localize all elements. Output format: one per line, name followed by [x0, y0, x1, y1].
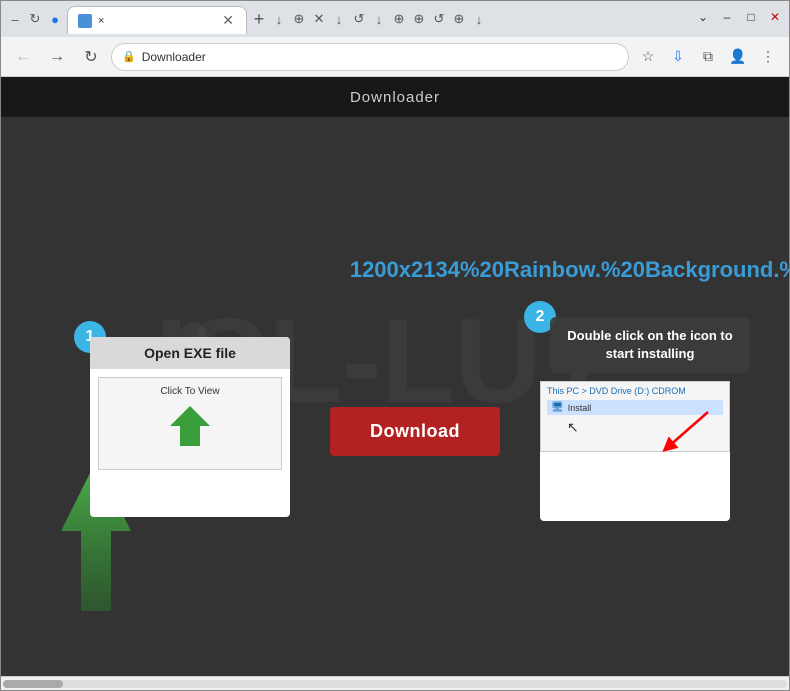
close-button[interactable]: ✕ [767, 9, 783, 25]
step2-path: This PC > DVD Drive (D:) CDROM [547, 386, 723, 396]
scrollbar-thumb[interactable] [3, 680, 63, 688]
tab-icon-12[interactable]: ↺ [431, 11, 447, 27]
title-bar: – ↻ ● × ✕ + ↓ ⊕ ✕ ↓ ↺ ↓ ⊕ ⊕ ↺ ⊕ ↓ [1, 1, 789, 37]
steps-container: 1 Open EXE file Click To View [81, 317, 759, 521]
browser-frame: – ↻ ● × ✕ + ↓ ⊕ ✕ ↓ ↺ ↓ ⊕ ⊕ ↺ ⊕ ↓ [0, 0, 790, 691]
tab-icon-14[interactable]: ↓ [471, 11, 487, 27]
page-title: Downloader [350, 89, 440, 106]
lock-icon: 🔒 [122, 50, 136, 63]
expand-icon[interactable]: ⌄ [695, 9, 711, 25]
tab-icon-3[interactable]: ● [47, 11, 63, 27]
step1-inner-title: Click To View [160, 386, 219, 397]
step1-green-arrow-icon [165, 401, 215, 457]
step1-inner: Click To View [98, 377, 282, 470]
forward-button[interactable]: → [43, 43, 71, 71]
tab-favicon [78, 14, 92, 28]
bookmark-icon[interactable]: ☆ [635, 44, 661, 70]
tab-bar: – ↻ ● × ✕ + ↓ ⊕ ✕ ↓ ↺ ↓ ⊕ ⊕ ↺ ⊕ ↓ [7, 1, 693, 37]
step2-card: This PC > DVD Drive (D:) CDROM 🖥 Install… [540, 381, 730, 521]
tab-title: × [98, 15, 214, 27]
tab-icon-9[interactable]: ↓ [371, 11, 387, 27]
window-controls: ⌄ – □ ✕ [695, 9, 783, 29]
tab-icon-7[interactable]: ↓ [331, 11, 347, 27]
tab-icon-8[interactable]: ↺ [351, 11, 367, 27]
active-tab[interactable]: × ✕ [67, 6, 247, 34]
menu-icon[interactable]: ⋮ [755, 44, 781, 70]
nav-bar: ← → ↻ 🔒 Downloader ☆ ⇩ ⧉ 👤 ⋮ [1, 37, 789, 77]
horizontal-scrollbar[interactable] [1, 676, 789, 690]
back-button[interactable]: ← [9, 43, 37, 71]
extension-icon[interactable]: ⧉ [695, 44, 721, 70]
nav-actions: ☆ ⇩ ⧉ 👤 ⋮ [635, 44, 781, 70]
filename-text: 1200x2134%20Rainbow.%20Background.% [350, 257, 789, 283]
step2-install-label: Install [568, 403, 592, 413]
step1-card: Open EXE file Click To View [90, 337, 290, 517]
step1-content: Click To View [90, 369, 290, 478]
step2-group: 2 Double click on the icon to start inst… [540, 317, 750, 521]
address-bar[interactable]: 🔒 Downloader [111, 43, 629, 71]
page-top-bar: Downloader [1, 77, 789, 117]
download-btn-container: Download [330, 407, 500, 456]
step2-callout-text: Double click on the icon to start instal… [564, 327, 736, 363]
step1-title: Open EXE file [90, 337, 290, 369]
tab-icon-2[interactable]: ↻ [27, 11, 43, 27]
step2-inner: This PC > DVD Drive (D:) CDROM 🖥 Install… [540, 381, 730, 452]
tab-icon-10[interactable]: ⊕ [391, 11, 407, 27]
tab-strip-icons: – ↻ ● × ✕ + ↓ ⊕ ✕ ↓ ↺ ↓ ⊕ ⊕ ↺ ⊕ ↓ [7, 5, 487, 37]
reload-button[interactable]: ↻ [77, 43, 105, 71]
tab-icon-11[interactable]: ⊕ [411, 11, 427, 27]
new-tab-button[interactable]: + [251, 11, 267, 27]
scrollbar-track [3, 680, 787, 688]
tab-icon-6[interactable]: ✕ [311, 11, 327, 27]
address-text: Downloader [142, 50, 618, 64]
page-content: ISL-LUT ● Click To View Downloader [1, 77, 789, 676]
tab-close-button[interactable]: ✕ [220, 12, 236, 29]
step2-callout: Double click on the icon to start instal… [550, 317, 750, 373]
profile-icon[interactable]: 👤 [725, 44, 751, 70]
tab-icon-1[interactable]: – [7, 11, 23, 27]
tab-icon-4[interactable]: ↓ [271, 11, 287, 27]
minimize-button[interactable]: – [719, 9, 735, 25]
download-button[interactable]: Download [330, 407, 500, 456]
step2-cursor-area: ↖ [547, 417, 723, 447]
restore-button[interactable]: □ [743, 9, 759, 25]
step2-install-icon: 🖥 [551, 402, 564, 413]
step1-group: 1 Open EXE file Click To View [90, 337, 290, 517]
download-icon[interactable]: ⇩ [665, 44, 691, 70]
step2-red-arrow-icon [658, 407, 718, 457]
tab-icon-13[interactable]: ⊕ [451, 11, 467, 27]
tab-icon-5[interactable]: ⊕ [291, 11, 307, 27]
